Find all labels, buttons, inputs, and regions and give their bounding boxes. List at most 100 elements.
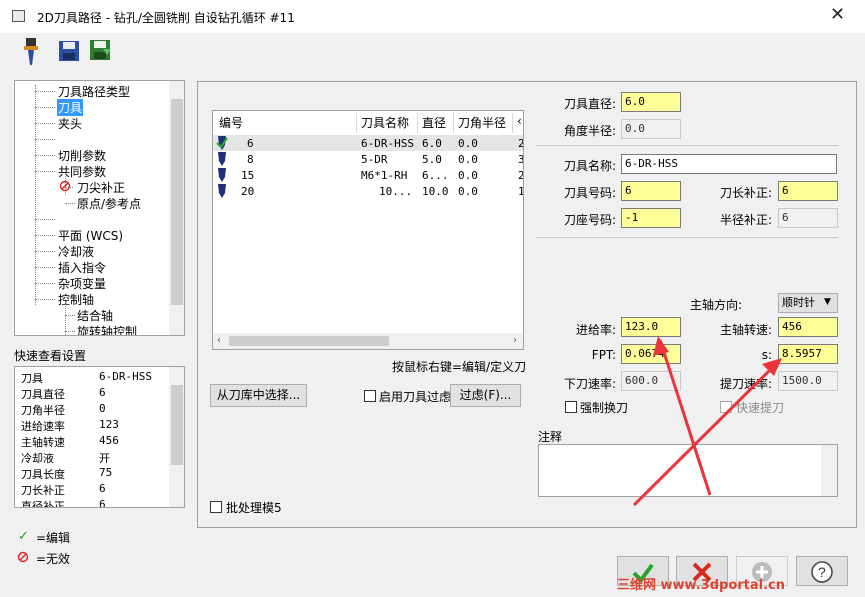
drill-icon bbox=[218, 184, 226, 198]
tree-item-tool[interactable]: 刀具 bbox=[57, 99, 84, 116]
quick-scrollbar[interactable] bbox=[169, 367, 184, 507]
holder-number-field[interactable]: -1 bbox=[621, 208, 681, 228]
batch-label: 批处理模5 bbox=[226, 501, 282, 515]
quick-value: 6 bbox=[99, 498, 106, 508]
chevron-down-icon[interactable]: ▼ bbox=[824, 297, 831, 307]
plunge-rate-label: 下刀速率: bbox=[563, 377, 616, 391]
tool-number-label: 刀具号码: bbox=[563, 186, 616, 200]
tree-item-coolant[interactable]: 冷却液 bbox=[58, 243, 94, 260]
column-header-diameter[interactable]: 直径 bbox=[422, 114, 446, 131]
window-app-icon bbox=[12, 10, 25, 22]
annotation-arrows bbox=[632, 336, 782, 507]
table-cell-number: 8 bbox=[247, 153, 254, 166]
corner-radius-field: 0.0 bbox=[621, 119, 681, 139]
help-button[interactable]: ? bbox=[796, 556, 848, 586]
quick-value: 6 bbox=[99, 482, 106, 495]
batch-checkbox[interactable] bbox=[210, 501, 222, 513]
select-from-library-button[interactable]: 从刀库中选择... bbox=[210, 384, 307, 407]
close-icon[interactable]: ✕ bbox=[830, 4, 845, 25]
quick-value: 123 bbox=[99, 418, 119, 431]
quick-value: 6-DR-HSS bbox=[99, 370, 152, 383]
legend-invalid: =无效 bbox=[36, 552, 71, 566]
drill-icon bbox=[216, 136, 228, 150]
tree-item-axis-combo[interactable]: 结合轴 bbox=[77, 307, 113, 324]
tool-number-field[interactable]: 6 bbox=[621, 181, 681, 201]
drill-icon bbox=[218, 152, 226, 166]
table-cell-name: 6-DR-HSS bbox=[361, 137, 414, 150]
invalid-icon bbox=[59, 180, 71, 192]
table-cell-radius: 0.0 bbox=[458, 153, 478, 166]
tree-item-holder[interactable]: 夹头 bbox=[58, 115, 82, 132]
table-cell-radius: 0.0 bbox=[458, 185, 478, 198]
drill-tool-icon[interactable] bbox=[20, 38, 42, 66]
quick-value: 75 bbox=[99, 466, 113, 479]
column-header-corner-radius[interactable]: 刀角半径 bbox=[458, 114, 506, 131]
quick-value: 6 bbox=[99, 386, 106, 399]
feed-rate-label: 进给率: bbox=[575, 323, 616, 337]
quick-key: 直径补正 bbox=[21, 500, 65, 508]
quick-key: 冷却液 bbox=[21, 452, 54, 465]
tree-item-insert-code[interactable]: 插入指令 bbox=[58, 259, 106, 276]
tree-item-toolpath-type[interactable]: 刀具路径类型 bbox=[58, 83, 130, 100]
quick-key: 刀角半径 bbox=[21, 404, 65, 417]
table-cell-number: 15 bbox=[241, 169, 255, 182]
column-header-number[interactable]: 编号 bbox=[219, 114, 243, 131]
tool-name-field[interactable]: 6-DR-HSS bbox=[621, 154, 837, 174]
table-cell-radius: 0.0 bbox=[458, 169, 478, 182]
svg-text:?: ? bbox=[818, 564, 826, 580]
tool-name-label: 刀具名称: bbox=[563, 159, 616, 173]
quick-view-title: 快速查看设置 bbox=[14, 349, 87, 363]
quick-key: 主轴转速 bbox=[21, 436, 65, 449]
quick-key: 刀具直径 bbox=[21, 388, 65, 401]
spindle-direction-label: 主轴方向: bbox=[689, 298, 742, 312]
table-cell-extra: 2 bbox=[518, 137, 524, 150]
dia-offset-field: 6 bbox=[778, 208, 838, 228]
quick-key: 进给速率 bbox=[21, 420, 65, 433]
tool-diameter-field[interactable]: 6.0 bbox=[621, 92, 681, 112]
table-cell-diameter: 5.0 bbox=[422, 153, 442, 166]
window-title: 2D刀具路径 - 钻孔/全圆铣削 自设钻孔循环 #11 bbox=[37, 11, 295, 25]
table-cell-number: 20 bbox=[241, 185, 255, 198]
tree-item-cut-params[interactable]: 切削参数 bbox=[58, 147, 106, 164]
table-cell-diameter: 6... bbox=[422, 169, 449, 182]
tree-item-rotary-control[interactable]: 旋转轴控制 bbox=[77, 323, 137, 335]
quick-key: 刀长补正 bbox=[21, 484, 65, 497]
table-cell-extra: 1 bbox=[518, 185, 524, 198]
force-tool-change-checkbox[interactable] bbox=[565, 401, 577, 413]
filter-button[interactable]: 过虑(F)... bbox=[450, 384, 521, 407]
spindle-direction-value: 顺时针 bbox=[782, 296, 815, 309]
fpt-label: FPT: bbox=[591, 348, 616, 362]
length-offset-label: 刀长补正: bbox=[719, 186, 772, 200]
quick-key: 刀具长度 bbox=[21, 468, 65, 481]
tree-item-origin-ref[interactable]: 原点/参考点 bbox=[77, 195, 141, 212]
quick-value: 开 bbox=[99, 452, 110, 465]
column-header-name[interactable]: 刀具名称 bbox=[361, 114, 409, 131]
tree-scrollbar[interactable] bbox=[169, 81, 184, 335]
length-offset-field[interactable]: 6 bbox=[778, 181, 838, 201]
tool-table[interactable]: 编号 刀具名称 直径 刀角半径 ‹ 6 6-DR-HSS 6.0 0.0 2 8… bbox=[212, 110, 524, 350]
watermark: 三维网 www.3dportal.cn bbox=[617, 578, 786, 593]
tree-item-axis-control[interactable]: 控制轴 bbox=[58, 291, 94, 308]
save-export-icon[interactable] bbox=[89, 39, 113, 63]
column-header-more[interactable]: ‹ bbox=[517, 114, 522, 128]
comment-label: 注释 bbox=[538, 430, 563, 444]
table-hscrollbar[interactable]: ‹ › bbox=[213, 333, 523, 349]
table-cell-extra: 2 bbox=[518, 169, 524, 182]
check-icon: ✓ bbox=[18, 529, 29, 544]
tree-item-misc-values[interactable]: 杂项变量 bbox=[58, 275, 106, 292]
enable-filter-checkbox[interactable] bbox=[364, 390, 376, 402]
table-cell-radius: 0.0 bbox=[458, 137, 478, 150]
corner-radius-label: 角度半径: bbox=[563, 124, 616, 138]
table-cell-diameter: 10.0 bbox=[422, 185, 449, 198]
tap-icon bbox=[218, 168, 226, 182]
tree-item-tip-comp[interactable]: 刀尖补正 bbox=[77, 179, 125, 196]
save-icon[interactable] bbox=[58, 40, 80, 62]
table-cell-extra: 3 bbox=[518, 153, 524, 166]
quick-view-list: 刀具 6-DR-HSS 刀具直径 6 刀角半径 0 进给速率 123 主轴转速 … bbox=[14, 366, 185, 508]
table-cell-name: M6*1-RH bbox=[361, 169, 408, 182]
table-cell-diameter: 6.0 bbox=[422, 137, 442, 150]
invalid-icon bbox=[17, 551, 29, 563]
enable-filter-label: 启用刀具过虑 bbox=[379, 390, 452, 404]
quick-value: 456 bbox=[99, 434, 119, 447]
tree-item-plane-wcs[interactable]: 平面 (WCS) bbox=[58, 227, 123, 244]
